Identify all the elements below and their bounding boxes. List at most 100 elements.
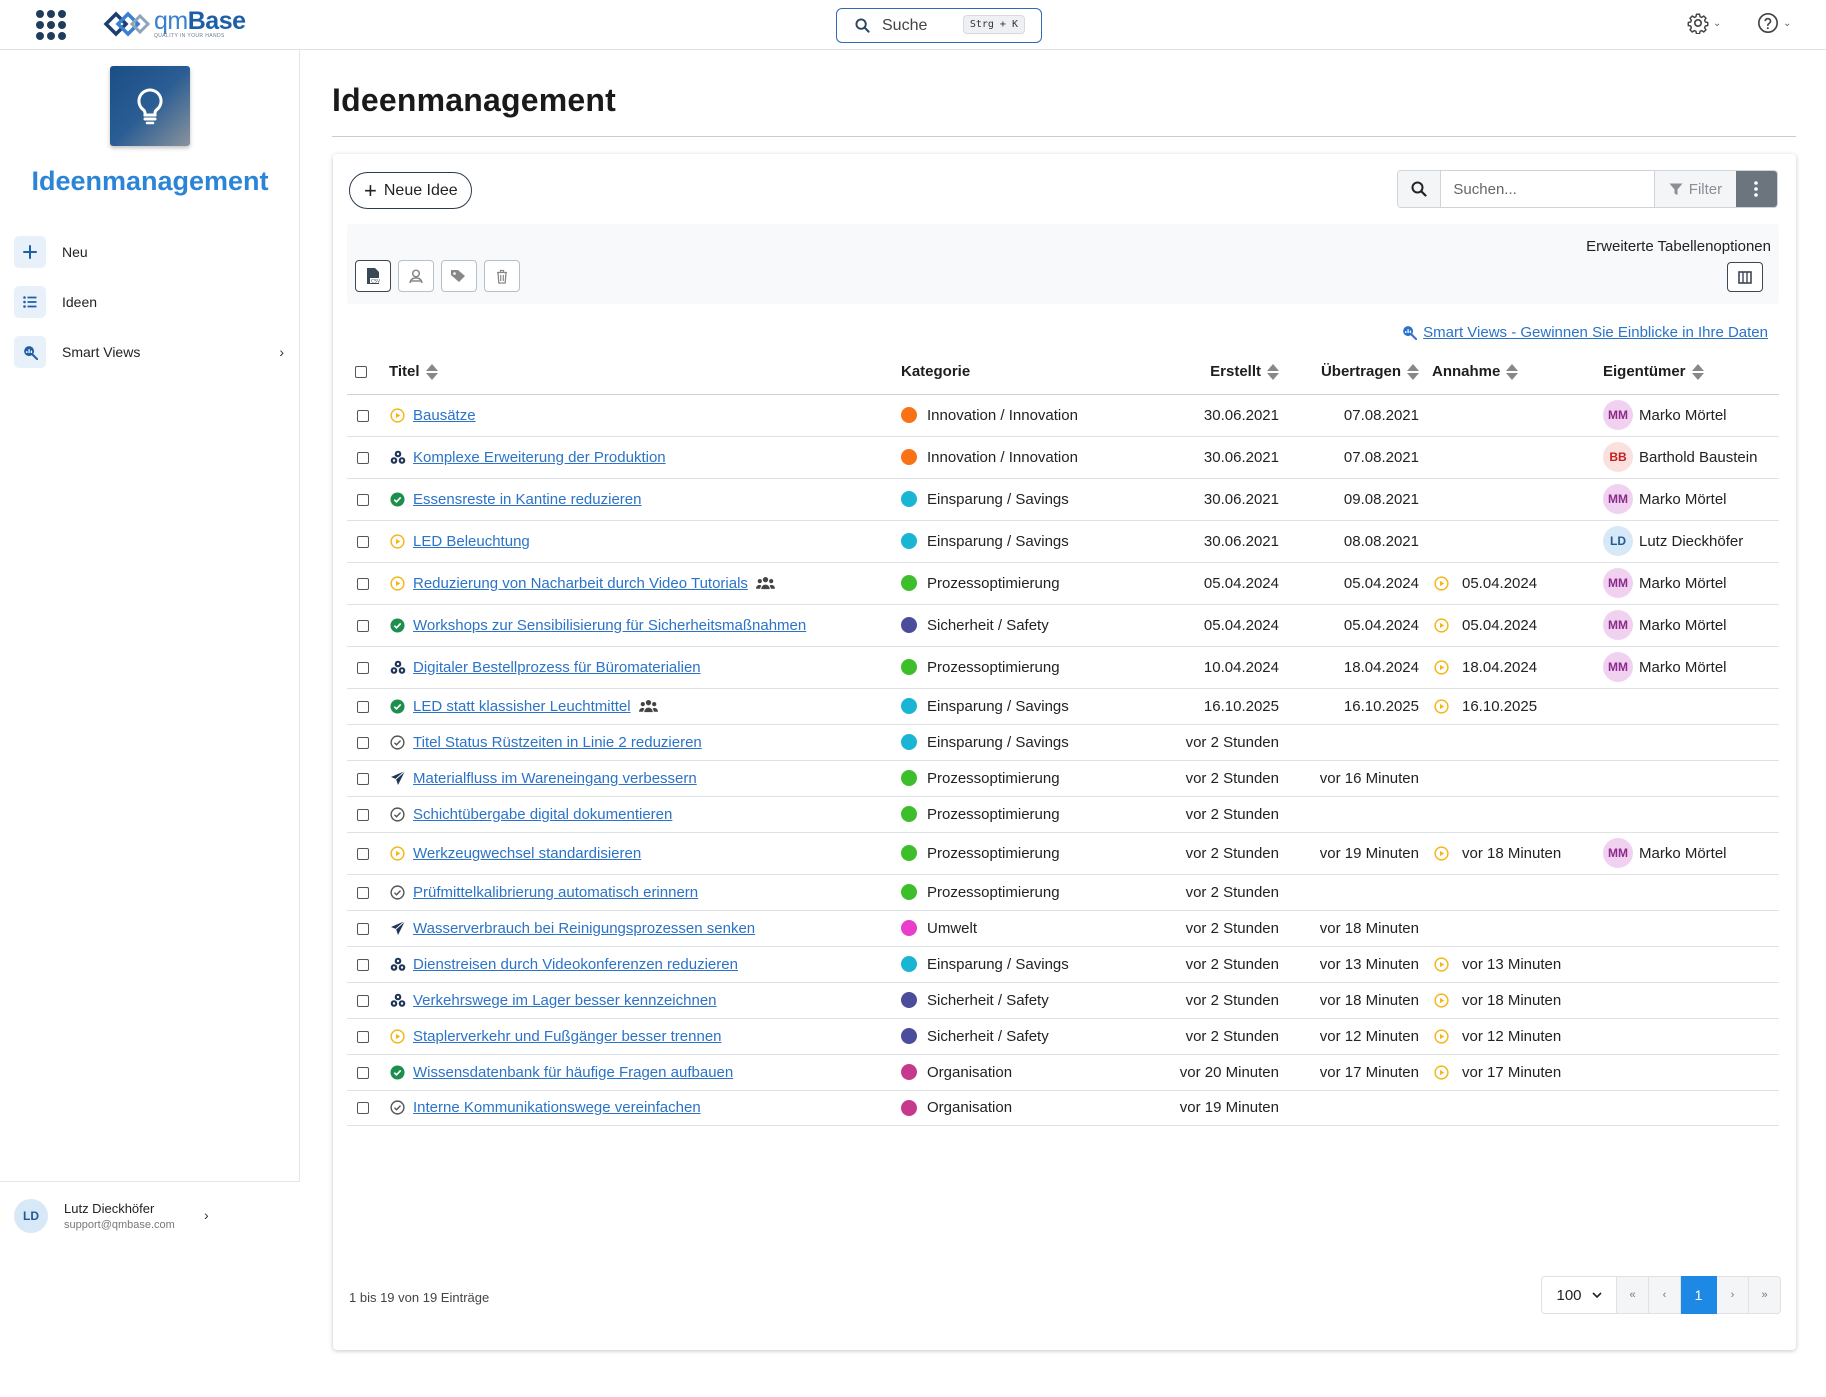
row-checkbox[interactable]	[357, 1030, 369, 1043]
idea-title-link[interactable]: Reduzierung von Nacharbeit durch Video T…	[413, 575, 748, 592]
table-row[interactable]: Interne Kommunikationswege vereinfachen O…	[347, 1090, 1779, 1126]
table-row[interactable]: Staplerverkehr und Fußgänger besser tren…	[347, 1018, 1779, 1055]
transferred-date	[1288, 874, 1428, 911]
row-checkbox[interactable]	[357, 577, 369, 590]
row-checkbox[interactable]	[357, 1102, 369, 1115]
idea-title-link[interactable]: Interne Kommunikationswege vereinfachen	[413, 1099, 701, 1116]
idea-title-link[interactable]: Materialfluss im Wareneingang verbessern	[413, 770, 697, 787]
sidebar-item-neu[interactable]: Neu	[14, 236, 284, 268]
csv-file-icon: CSV	[367, 268, 381, 285]
row-checkbox[interactable]	[357, 847, 369, 860]
table-row[interactable]: Bausätze Innovation / Innovation 30.06.202…	[347, 394, 1779, 437]
idea-title-link[interactable]: Essensreste in Kantine reduzieren	[413, 491, 641, 508]
idea-title-link[interactable]: Dienstreisen durch Videokonferenzen redu…	[413, 956, 738, 973]
table-row[interactable]: Verkehrswege im Lager besser kennzeichne…	[347, 982, 1779, 1019]
row-checkbox[interactable]	[357, 808, 369, 821]
table-search-input[interactable]	[1441, 171, 1655, 207]
owner-avatar: MM	[1603, 400, 1633, 430]
column-header-accepted[interactable]: Annahme	[1428, 350, 1599, 395]
transferred-date: vor 13 Minuten	[1288, 946, 1428, 983]
idea-title-link[interactable]: Titel Status Rüstzeiten in Linie 2 reduz…	[413, 734, 702, 751]
table-row[interactable]: Essensreste in Kantine reduzieren Einspar…	[347, 478, 1779, 521]
global-search-button[interactable]: Suche Strg + K	[836, 8, 1042, 43]
row-checkbox[interactable]	[357, 661, 369, 674]
row-checkbox[interactable]	[357, 886, 369, 899]
tag-button[interactable]	[441, 260, 477, 292]
idea-title-link[interactable]: Werkzeugwechsel standardisieren	[413, 845, 641, 862]
first-page-button[interactable]: «	[1617, 1276, 1649, 1314]
table-row[interactable]: Materialfluss im Wareneingang verbessern…	[347, 760, 1779, 797]
row-checkbox[interactable]	[357, 409, 369, 422]
column-settings-button[interactable]	[1727, 262, 1763, 292]
table-row[interactable]: Werkzeugwechsel standardisieren Prozessop…	[347, 832, 1779, 875]
prev-page-button[interactable]: ‹	[1649, 1276, 1681, 1314]
assign-owner-button[interactable]	[398, 260, 434, 292]
idea-title-link[interactable]: Schichtübergabe digital dokumentieren	[413, 806, 672, 823]
logo-wordmark: qmBase	[154, 7, 246, 35]
row-checkbox[interactable]	[357, 994, 369, 1007]
idea-title-link[interactable]: Workshops zur Sensibilisierung für Siche…	[413, 617, 806, 634]
sidebar-app-title[interactable]: Ideenmanagement	[0, 166, 300, 197]
idea-title-link[interactable]: Komplexe Erweiterung der Produktion	[413, 449, 666, 466]
row-checkbox[interactable]	[357, 1066, 369, 1079]
transferred-date: vor 16 Minuten	[1288, 760, 1428, 797]
new-idea-button[interactable]: + Neue Idee	[349, 172, 472, 209]
idea-title-link[interactable]: Verkehrswege im Lager besser kennzeichne…	[413, 992, 717, 1009]
category-label: Prozessoptimierung	[927, 658, 1060, 676]
search-icon[interactable]	[1398, 171, 1442, 207]
table-row[interactable]: LED Beleuchtung Einsparung / Savings 30.06…	[347, 520, 1779, 563]
idea-title-link[interactable]: Prüfmittelkalibrierung automatisch erinn…	[413, 884, 698, 901]
qmbase-logo[interactable]: qmBase QUALITY IN YOUR HANDS	[102, 6, 252, 42]
sidebar-item-smart-views[interactable]: Smart Views ›	[14, 336, 284, 368]
row-checkbox[interactable]	[357, 922, 369, 935]
row-checkbox[interactable]	[357, 535, 369, 548]
row-checkbox[interactable]	[357, 772, 369, 785]
user-profile[interactable]: LD Lutz Dieckhöfer support@qmbase.com ›	[0, 1181, 300, 1250]
table-row[interactable]: LED statt klassisher Leuchtmittel Einspar…	[347, 688, 1779, 725]
table-row[interactable]: Wasserverbrauch bei Reinigungsprozessen …	[347, 910, 1779, 947]
row-checkbox[interactable]	[357, 700, 369, 713]
smart-views-link[interactable]: Smart Views - Gewinnen Sie Einblicke in …	[1402, 324, 1768, 341]
table-row[interactable]: Schichtübergabe digital dokumentieren Pro…	[347, 796, 1779, 833]
page-size-select[interactable]: 100	[1541, 1276, 1617, 1314]
export-csv-button[interactable]: CSV	[355, 260, 391, 292]
created-date: 05.04.2024	[1159, 604, 1288, 647]
idea-title-link[interactable]: Wasserverbrauch bei Reinigungsprozessen …	[413, 920, 755, 937]
next-page-button[interactable]: ›	[1717, 1276, 1749, 1314]
row-checkbox[interactable]	[357, 451, 369, 464]
delete-button[interactable]	[484, 260, 520, 292]
help-menu[interactable]: ⌄	[1757, 12, 1791, 34]
idea-title-link[interactable]: LED statt klassisher Leuchtmittel	[413, 698, 631, 715]
row-checkbox[interactable]	[357, 958, 369, 971]
idea-title-link[interactable]: Digitaler Bestellprozess für Büromateria…	[413, 659, 701, 676]
last-page-button[interactable]: »	[1749, 1276, 1781, 1314]
row-checkbox[interactable]	[357, 736, 369, 749]
idea-title-link[interactable]: Wissensdatenbank für häufige Fragen aufb…	[413, 1064, 733, 1081]
table-row[interactable]: Digitaler Bestellprozess für Büromateria…	[347, 646, 1779, 689]
idea-title-link[interactable]: Staplerverkehr und Fußgänger besser tren…	[413, 1028, 722, 1045]
table-row[interactable]: Workshops zur Sensibilisierung für Siche…	[347, 604, 1779, 647]
app-grid-icon[interactable]	[34, 8, 68, 42]
column-header-owner[interactable]: Eigentümer	[1599, 350, 1779, 395]
column-header-transferred[interactable]: Übertragen	[1288, 350, 1428, 395]
row-checkbox[interactable]	[357, 493, 369, 506]
table-row[interactable]: Wissensdatenbank für häufige Fragen aufb…	[347, 1054, 1779, 1091]
table-row[interactable]: Komplexe Erweiterung der Produktion Innov…	[347, 436, 1779, 479]
more-options-button[interactable]	[1735, 171, 1777, 207]
table-row[interactable]: Dienstreisen durch Videokonferenzen redu…	[347, 946, 1779, 983]
created-date: vor 2 Stunden	[1159, 832, 1288, 875]
idea-title-link[interactable]: LED Beleuchtung	[413, 533, 530, 550]
filter-button[interactable]: Filter	[1654, 171, 1736, 207]
table-info: 1 bis 19 von 19 Einträge	[349, 1290, 490, 1305]
row-checkbox[interactable]	[357, 619, 369, 632]
sidebar-item-ideen[interactable]: Ideen	[14, 286, 284, 318]
settings-menu[interactable]: ⌄	[1687, 12, 1721, 34]
idea-title-link[interactable]: Bausätze	[413, 407, 476, 424]
column-header-created[interactable]: Erstellt	[1159, 350, 1288, 395]
table-row[interactable]: Prüfmittelkalibrierung automatisch erinn…	[347, 874, 1779, 911]
select-all-checkbox[interactable]	[355, 366, 367, 379]
column-header-title[interactable]: Titel	[389, 350, 901, 395]
table-row[interactable]: Reduzierung von Nacharbeit durch Video T…	[347, 562, 1779, 605]
table-row[interactable]: Titel Status Rüstzeiten in Linie 2 reduz…	[347, 724, 1779, 761]
page-1-button[interactable]: 1	[1681, 1276, 1717, 1314]
